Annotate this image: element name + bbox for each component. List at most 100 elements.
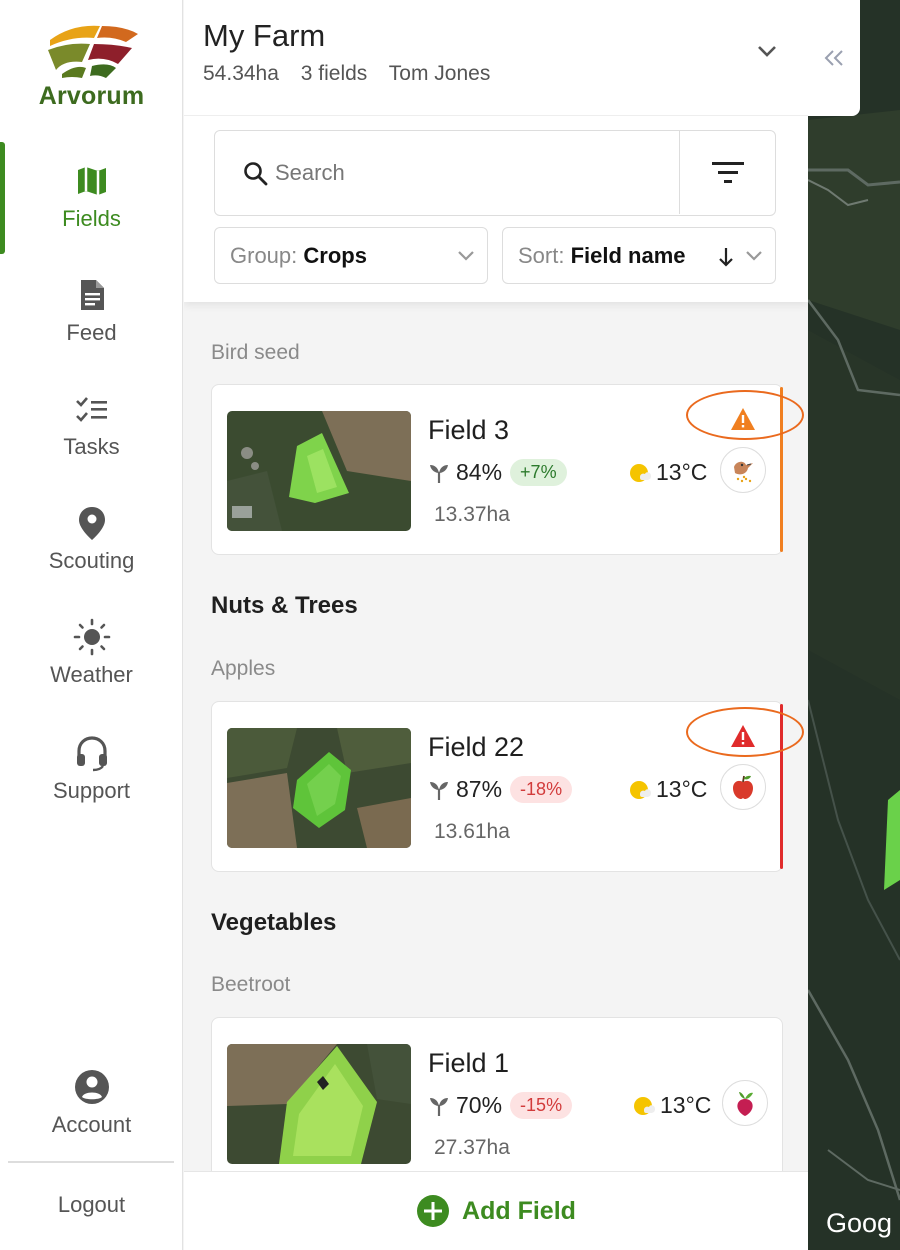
nav-account[interactable]: Account [0,1068,183,1168]
nav-label: Fields [62,206,121,231]
nav-label: Scouting [48,548,135,573]
search-input[interactable] [275,155,665,191]
subgroup-title: Beetroot [211,973,291,996]
temperature: 13°C [660,1092,712,1118]
sprout-icon [430,1097,448,1116]
sort-select[interactable]: Sort: Field name [502,227,776,284]
filter-icon [711,161,744,183]
partly-sunny-icon [634,1096,655,1115]
location-pin-icon [78,507,105,540]
apple-icon [733,775,753,799]
collapse-panel-button[interactable] [808,0,860,116]
field-ndvi: 70% -15% [428,1092,573,1119]
bird-icon [734,461,753,483]
sprout-icon [430,464,448,483]
group-select-value: Crops [303,243,367,268]
subgroup-title: Apples [211,657,276,680]
sun-icon [73,618,110,656]
temperature: 13°C [656,459,708,485]
group-select-prefix: Group: [230,243,298,268]
double-chevron-left-icon [824,50,843,66]
partly-sunny-icon [630,463,651,482]
farm-name[interactable]: My Farm [203,18,325,54]
document-icon [80,280,104,310]
filter-button[interactable] [679,131,775,214]
ndvi-value: 87% [456,776,503,802]
chevron-down-icon[interactable] [754,38,780,64]
ndvi-change-badge: +7% [510,459,567,486]
nav-label: Feed [66,320,117,345]
farm-field-count: 3 fields [300,62,368,85]
add-field-label: Add Field [462,1196,576,1225]
panel-header: My Farm 54.34ha 3 fields Tom Jones Searc… [184,0,808,302]
field-thumbnail [227,1044,411,1164]
crop-badge [720,764,766,810]
farm-owner: Tom Jones [388,62,491,85]
sprout-icon [430,781,448,800]
header-divider [184,115,808,116]
field-card[interactable]: Field 3 84% +7% 13.37ha 13°C [211,384,804,555]
ndvi-change-badge: -15% [510,1092,573,1119]
field-ndvi: 87% -18% [428,776,573,803]
group-title: Nuts & Trees [211,592,358,619]
add-field-button[interactable]: Add Field [184,1171,808,1250]
satellite-map[interactable] [808,0,900,1250]
crop-badge [722,1080,768,1126]
nav-label: Support [52,778,131,803]
app-logo[interactable]: Arvorum [0,18,183,111]
nav-label: Account [51,1112,132,1137]
group-title: Vegetables [211,909,337,936]
field-weather: 13°C [628,776,707,803]
arrow-down-icon [719,248,733,267]
map-imagery [808,0,900,1250]
map-attribution: Goog [826,1208,893,1238]
chevron-down-icon [458,251,474,261]
alert-highlight-ring [686,707,804,757]
checklist-icon [75,397,107,422]
sort-select-value: Field name [570,243,686,268]
nav-weather[interactable]: Weather [0,618,183,718]
group-select[interactable]: Group: Crops [214,227,488,284]
farm-meta: 54.34ha 3 fields Tom Jones [203,62,506,86]
subgroup-title: Bird seed [211,341,300,364]
arvorum-logo-icon [47,25,138,78]
nav-feed[interactable]: Feed [0,276,183,376]
field-ndvi: 84% +7% [428,459,567,486]
field-area: 27.37ha [434,1136,510,1159]
sort-select-prefix: Sort: [518,243,565,268]
field-name: Field 3 [428,415,510,445]
sidebar: Arvorum Fields Feed Tasks Scouting Weath… [0,0,183,1250]
chevron-down-icon [746,251,762,261]
field-card[interactable]: Field 1 70% -15% 27.37ha 13°C [211,1017,783,1188]
field-card[interactable]: Field 22 87% -18% 13.61ha 13°C [211,701,804,872]
alert-highlight-ring [686,390,804,440]
field-area: 13.61ha [434,820,510,843]
nav-fields[interactable]: Fields [0,162,183,262]
field-name: Field 1 [428,1048,510,1078]
beetroot-icon [737,1092,753,1116]
field-area: 13.37ha [434,503,510,526]
nav-scouting[interactable]: Scouting [0,504,183,604]
headset-icon [76,736,107,772]
fields-panel: My Farm 54.34ha 3 fields Tom Jones Searc… [184,0,808,1250]
plus-circle-icon [417,1195,450,1227]
ndvi-change-badge: -18% [510,776,573,803]
field-weather: 13°C [632,1092,711,1119]
nav-tasks[interactable]: Tasks [0,390,183,490]
field-thumbnail [227,728,411,848]
nav-label: Tasks [63,434,120,459]
search-box [214,130,776,216]
account-icon [74,1070,109,1104]
nav-support[interactable]: Support [0,734,183,834]
field-weather: 13°C [628,459,707,486]
map-icon [77,167,106,195]
ndvi-value: 84% [456,459,503,485]
ndvi-value: 70% [456,1092,503,1118]
logout-button[interactable]: Logout [0,1192,183,1218]
field-thumbnail [227,411,411,531]
logo-text: Arvorum [38,82,145,110]
search-icon [244,162,268,186]
sidebar-divider [8,1161,174,1163]
nav-label: Weather [50,662,133,687]
crop-badge [720,447,766,493]
